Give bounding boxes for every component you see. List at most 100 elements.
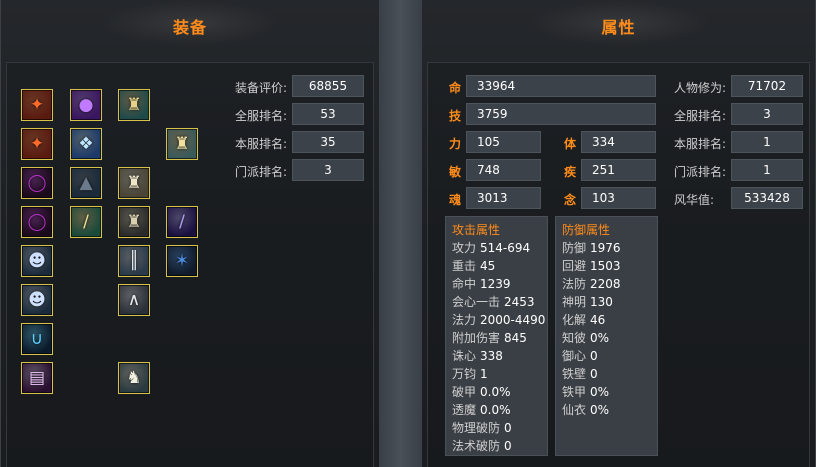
speed-value: 251	[581, 159, 656, 181]
equipment-slot[interactable]: ✦	[21, 89, 53, 121]
attack-attributes-title: 攻击属性	[452, 223, 501, 237]
mind-key: 念	[564, 193, 577, 207]
defense-row-label: 铁甲	[562, 385, 587, 399]
equipment-slot[interactable]: ●	[70, 89, 102, 121]
cultivation-label: 人物修为:	[674, 81, 727, 95]
silver-armor-icon: ♜	[126, 211, 142, 232]
attack-row: 破甲 0.0%	[452, 383, 547, 401]
attack-row: 万钧 1	[452, 365, 547, 383]
strength-value: 105	[466, 131, 541, 153]
defense-attributes-title: 防御属性	[562, 223, 611, 237]
attack-row-label: 万钧	[452, 367, 477, 381]
gold-sword-icon: /	[83, 211, 89, 232]
equipment-slot[interactable]: ◯	[21, 206, 53, 238]
defense-row: 知彼 0%	[562, 329, 657, 347]
attack-row: 法力 2000-4490	[452, 311, 547, 329]
silver-boots-icon: ♞	[126, 367, 142, 388]
attack-row-label: 附加伤害	[452, 331, 501, 345]
equipment-slot[interactable]: ❖	[70, 128, 102, 160]
score-label: 装备评价:	[235, 81, 288, 95]
equipment-slot[interactable]: ◯	[21, 167, 53, 199]
gold-armor-icon: ♜	[126, 94, 142, 115]
blue-claw-icon: ✶	[174, 250, 190, 271]
panel-divider	[380, 0, 421, 467]
defense-row-label: 知彼	[562, 331, 587, 345]
equipment-slot[interactable]: ☻	[21, 284, 53, 316]
equipment-slot[interactable]: ✶	[166, 245, 198, 277]
equipment-slot[interactable]: ∪	[21, 323, 53, 355]
skull-helm-icon: ☻	[28, 250, 46, 271]
defense-row: 法防 2208	[562, 275, 657, 293]
cultivation-value: 71702	[731, 75, 803, 97]
attack-row-value: 0	[504, 439, 512, 453]
attribute-panel: 属性 命 33964 技 3759 力 105 体 334 敏 748 疾 25…	[421, 0, 816, 467]
equipment-slot[interactable]: ♜	[166, 128, 198, 160]
attack-row: 命中 1239	[452, 275, 547, 293]
equipment-slot[interactable]: /	[166, 206, 198, 238]
ice-wings-icon: ❖	[78, 133, 94, 154]
attack-row-label: 会心一击	[452, 295, 501, 309]
equipment-slot[interactable]: ∧	[118, 284, 150, 316]
equipment-slot[interactable]: ♞	[118, 362, 150, 394]
attack-row-value: 338	[480, 349, 503, 363]
skill-value: 3759	[466, 103, 656, 125]
equipment-slot[interactable]: ▲	[70, 167, 102, 199]
equipment-slot[interactable]: /	[70, 206, 102, 238]
defense-row-value: 0%	[590, 385, 610, 399]
attack-row-value: 45	[480, 259, 496, 273]
defense-row: 铁甲 0%	[562, 383, 657, 401]
defense-row-value: 0%	[590, 331, 610, 345]
equipment-title: 装备	[172, 18, 207, 37]
purple-ring-icon: ◯	[27, 211, 47, 232]
defense-row: 铁壁 0	[562, 365, 657, 383]
attack-row: 透魔 0.0%	[452, 401, 547, 419]
equipment-slot[interactable]: ✦	[21, 128, 53, 160]
attack-row-value: 0	[504, 421, 512, 435]
cult-local-rank-label: 本服排名:	[674, 137, 727, 151]
cult-sect-rank-value: 1	[731, 159, 803, 181]
purple-blade-icon: /	[179, 211, 185, 232]
dark-cape-icon: ▲	[79, 172, 93, 193]
agility-value: 748	[466, 159, 541, 181]
cult-sect-rank-label: 门派排名:	[674, 165, 727, 179]
attack-row: 附加伤害 845	[452, 329, 547, 347]
defense-attributes-list: 防御属性 防御 1976 回避 1503 法防 2208 神明 130 化解 46 知彼 0% 御心 0 铁…	[555, 216, 658, 456]
attack-row-value: 2453	[504, 295, 535, 309]
local-rank-value: 35	[292, 131, 364, 153]
equipment-slot[interactable]: ▤	[21, 362, 53, 394]
equipment-slot[interactable]: ♜	[118, 206, 150, 238]
defense-row-label: 铁壁	[562, 367, 587, 381]
hp-key: 命	[449, 81, 462, 95]
equipment-slot[interactable]: ♜	[118, 167, 150, 199]
attack-row-value: 0.0%	[480, 385, 511, 399]
defense-row: 仙衣 0%	[562, 401, 657, 419]
attack-row: 会心一击 2453	[452, 293, 547, 311]
defense-row-label: 仙衣	[562, 403, 587, 417]
defense-row-value: 0	[590, 349, 598, 363]
attack-row: 攻力 514-694	[452, 239, 547, 257]
attack-row-value: 2000-4490	[480, 313, 546, 327]
equipment-slot[interactable]: ║	[118, 245, 150, 277]
defense-row-label: 回避	[562, 259, 587, 273]
attack-row-label: 诛心	[452, 349, 477, 363]
scroll-icon: ▤	[28, 367, 46, 388]
defense-row-value: 2208	[590, 277, 621, 291]
agility-key: 敏	[449, 165, 462, 179]
elegance-label: 风华值:	[674, 193, 715, 207]
equipment-slot[interactable]: ☻	[21, 245, 53, 277]
defense-row-value: 1976	[590, 241, 621, 255]
attack-row-value: 1239	[480, 277, 511, 291]
purple-orb-icon: ●	[78, 94, 94, 115]
attack-row: 法术破防 0	[452, 437, 547, 455]
defense-row: 化解 46	[562, 311, 657, 329]
defense-row-label: 御心	[562, 349, 587, 363]
server-rank-label: 全服排名:	[235, 109, 288, 123]
red-bracer-icon: ✦	[29, 133, 45, 154]
defense-row-value: 1503	[590, 259, 621, 273]
defense-row-label: 法防	[562, 277, 587, 291]
server-rank-value: 53	[292, 103, 364, 125]
attack-row-label: 破甲	[452, 385, 477, 399]
cult-local-rank-value: 1	[731, 131, 803, 153]
equipment-slot[interactable]: ♜	[118, 89, 150, 121]
soul-key: 魂	[449, 193, 462, 207]
